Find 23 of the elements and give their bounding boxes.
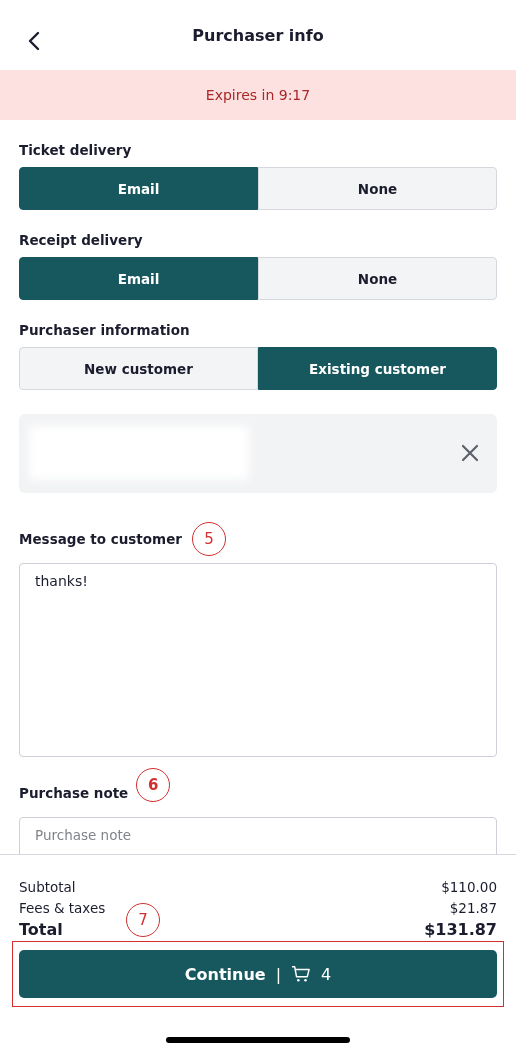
annotation-number: 7 <box>126 903 160 937</box>
summary-value: $131.87 <box>424 919 497 941</box>
continue-button[interactable]: Continue | 4 <box>19 950 497 998</box>
summary-label: Total <box>19 919 63 941</box>
segment-option[interactable]: None <box>258 167 497 210</box>
purchase-note-field[interactable]: Purchase note <box>19 817 497 854</box>
field-label: Message to customer <box>19 531 182 547</box>
summary-label: Fees & taxes <box>19 899 106 918</box>
page-title: Purchaser info <box>192 25 324 45</box>
section-label: Purchaser information <box>19 322 191 338</box>
field-label: Purchase note <box>19 785 129 801</box>
segment-option[interactable]: New customer <box>19 347 258 390</box>
section-label: Ticket delivery <box>19 142 133 158</box>
section-label: Receipt delivery <box>19 232 144 248</box>
segment-option[interactable]: Email <box>19 257 258 300</box>
summary-value: $110.00 <box>441 878 497 897</box>
summary-value: $21.87 <box>449 899 497 918</box>
expiry-text: Expires in 9:17 <box>205 87 311 103</box>
summary-label: Subtotal <box>19 878 76 897</box>
segment-option[interactable]: None <box>258 257 497 300</box>
segment-option[interactable]: Existing customer <box>258 347 497 390</box>
message-field[interactable]: thanks! <box>19 563 497 757</box>
segment-option[interactable]: Email <box>19 167 258 210</box>
